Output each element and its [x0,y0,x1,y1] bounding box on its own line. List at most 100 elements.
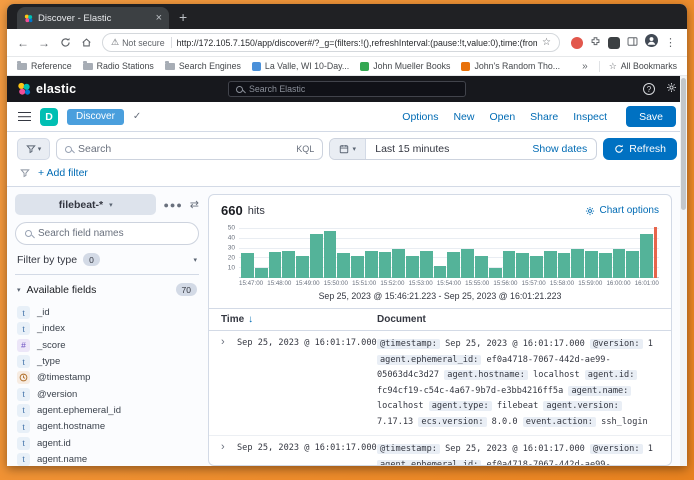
histogram-bar[interactable] [558,253,571,278]
field-item[interactable]: t_type [17,355,197,368]
histogram-bar[interactable] [351,256,364,278]
index-pattern-options-icon[interactable]: ●●● [163,200,182,210]
histogram-bar[interactable] [530,256,543,278]
field-item[interactable]: tagent.name [17,453,197,466]
time-column-header[interactable]: Time ↓ [221,314,377,325]
histogram-bar[interactable] [296,256,309,278]
available-fields-header[interactable]: ▾ Available fields 70 [15,282,199,297]
add-filter-link[interactable]: + Add filter [38,167,88,179]
histogram-bar[interactable] [241,253,254,278]
bookmark-item[interactable]: John Mueller Books [360,61,450,71]
profile-avatar[interactable] [645,34,658,52]
bookmark-item[interactable]: Radio Stations [83,61,154,71]
new-tab-button[interactable]: + [179,9,187,25]
histogram-bar[interactable] [626,251,639,278]
histogram-bar[interactable] [392,249,405,278]
histogram-bar[interactable] [310,234,323,278]
reload-icon[interactable] [55,37,75,48]
field-item[interactable]: t_index [17,322,197,335]
home-icon[interactable] [76,37,96,48]
global-search-input[interactable]: Search Elastic [228,81,466,97]
field-item[interactable]: #_score [17,339,197,352]
bookmark-item[interactable]: La Valle, WI 10-Day... [252,61,349,71]
app-badge[interactable]: D [40,108,58,126]
histogram-bar[interactable] [255,268,268,278]
histogram-bar[interactable] [406,256,419,278]
histogram-bar[interactable] [365,251,378,278]
histogram-bar[interactable] [461,249,474,278]
histogram-bar[interactable] [475,256,488,278]
refresh-button[interactable]: Refresh [603,138,677,160]
open-menu-item[interactable]: Open [489,111,515,123]
elastic-brand[interactable]: elastic [17,82,76,96]
bookmarks-overflow-icon[interactable]: » [582,61,588,72]
show-dates-link[interactable]: Show dates [523,139,596,159]
histogram-bar[interactable] [516,253,529,278]
histogram-bar[interactable] [489,268,502,278]
histogram-bar[interactable] [420,251,433,278]
histogram-bar[interactable] [269,252,282,279]
histogram-bar[interactable] [640,234,653,278]
index-pattern-selector[interactable]: filebeat-* ▾ [15,194,156,215]
options-menu-item[interactable]: Options [402,111,438,123]
inspect-menu-item[interactable]: Inspect [573,111,607,123]
page-scrollbar[interactable] [680,76,687,466]
sort-descending-icon[interactable]: ↓ [248,314,253,325]
save-button[interactable]: Save [626,106,676,127]
calendar-button[interactable]: ▾ [330,139,366,159]
not-secure-chip[interactable]: ⚠ Not secure [111,37,172,48]
address-bar[interactable]: ⚠ Not secure http://172.105.7.150/app/di… [102,33,560,52]
histogram-bar[interactable] [544,251,557,278]
plot-area[interactable] [239,224,659,278]
expand-row-icon[interactable]: › [221,442,237,465]
field-item[interactable]: @timestamp [17,371,197,384]
field-search-input[interactable] [38,228,189,239]
expand-row-icon[interactable]: › [221,337,237,430]
histogram-bar[interactable] [337,253,350,278]
bookmark-item[interactable]: John's Random Tho... [461,61,560,71]
histogram-bar[interactable] [447,252,460,278]
histogram-bar[interactable] [599,253,612,278]
time-range-value[interactable]: Last 15 minutes [366,139,523,159]
histogram-bar[interactable] [379,252,392,278]
saved-query-button[interactable]: ▾ [17,138,50,160]
field-item[interactable]: tagent.ephemeral_id [17,404,197,417]
field-item[interactable]: tagent.id [17,436,197,449]
all-bookmarks-button[interactable]: ☆ All Bookmarks [599,61,677,72]
tab-close-icon[interactable]: × [156,12,162,24]
histogram-bar[interactable] [613,249,626,278]
hamburger-menu-icon[interactable] [18,112,31,121]
browser-tab[interactable]: Discover - Elastic × [17,7,169,29]
query-search-input[interactable] [78,143,290,155]
breadcrumb[interactable]: Discover [67,109,124,125]
filter-settings-icon[interactable] [20,168,30,178]
scrollbar-thumb[interactable] [681,78,686,210]
histogram-bar[interactable] [571,249,584,278]
field-item[interactable]: tagent.hostname [17,420,197,433]
extensions-puzzle-icon[interactable] [590,34,601,52]
histogram-bar[interactable] [503,251,516,278]
histogram-bar[interactable] [282,251,295,278]
field-item[interactable]: t_id [17,306,197,319]
filter-by-type-row[interactable]: Filter by type 0 ▾ [15,252,199,275]
histogram-bar[interactable] [434,266,447,278]
back-icon[interactable]: ← [13,36,33,50]
chart-options-button[interactable]: Chart options [585,205,659,216]
new-menu-item[interactable]: New [453,111,474,123]
url-text[interactable]: http://172.105.7.150/app/discover#/?_g=(… [177,38,537,48]
field-item[interactable]: t@version [17,387,197,400]
bookmark-star-icon[interactable]: ☆ [542,37,551,48]
side-panel-icon[interactable] [627,34,638,52]
forward-icon[interactable]: → [34,36,54,50]
browser-menu-icon[interactable]: ⋮ [665,36,676,49]
bookmark-item[interactable]: Search Engines [165,61,241,71]
bookmark-item[interactable]: Reference [17,61,72,71]
dark-extension-icon[interactable] [608,37,620,49]
gear-icon[interactable] [666,80,677,98]
histogram-bar[interactable] [585,251,598,278]
red-extension-icon[interactable] [571,37,583,49]
help-icon[interactable]: ? [643,83,655,95]
share-menu-item[interactable]: Share [530,111,558,123]
collapse-sidebar-icon[interactable]: ⇄ [190,198,199,211]
histogram-bar[interactable] [324,231,337,278]
